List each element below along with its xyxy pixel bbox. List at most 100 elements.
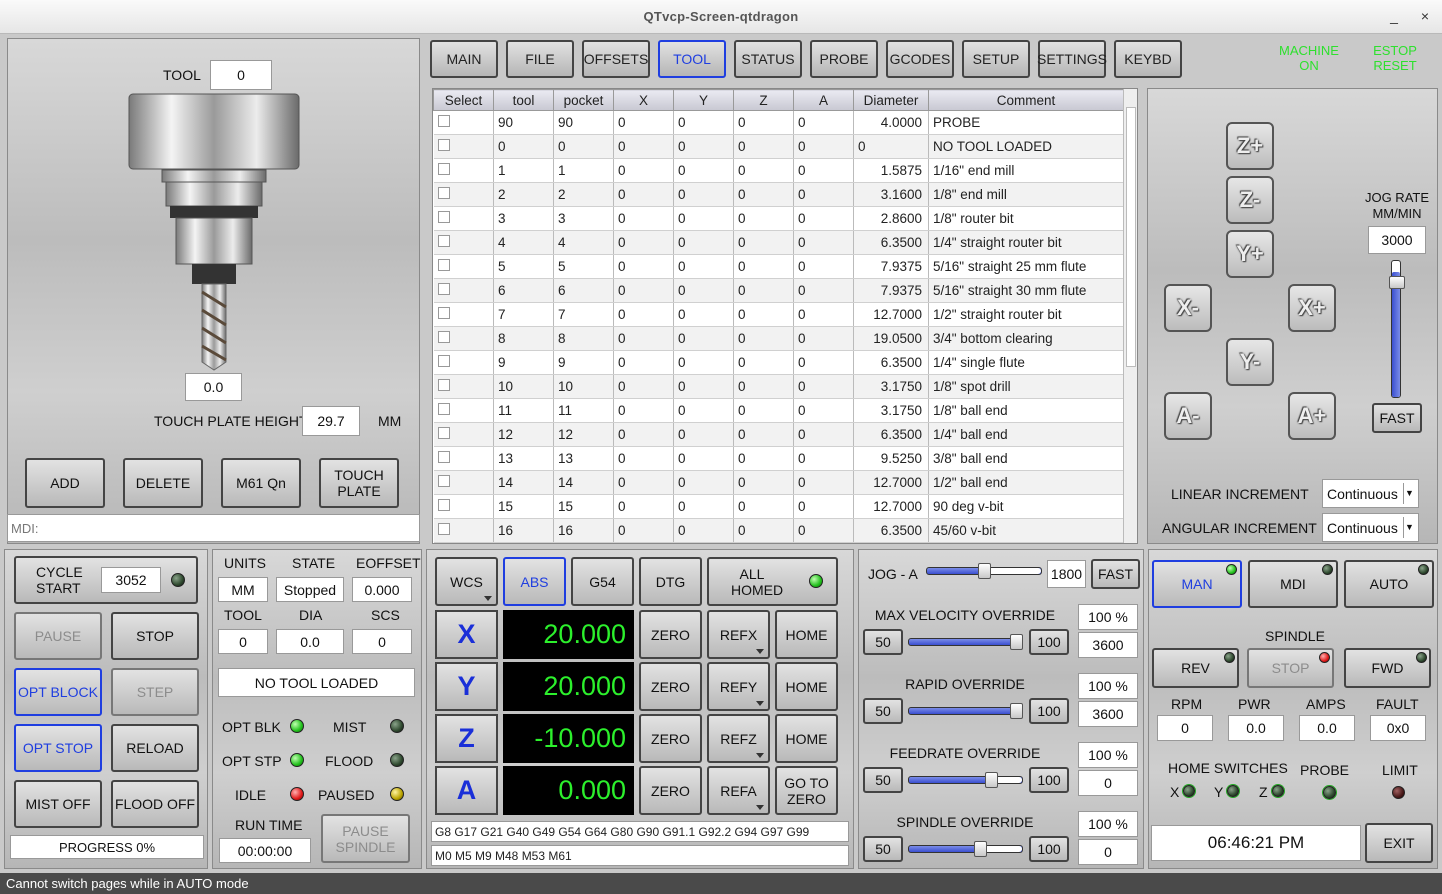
jog-x-minus-button[interactable]: X- [1164, 284, 1212, 332]
table-cell-tool[interactable]: 13 [493, 446, 554, 471]
table-cell-x[interactable]: 0 [613, 254, 674, 279]
column-header-y[interactable]: Y [673, 89, 734, 111]
table-row[interactable]: 6 6 0 0 0 0 7.9375 5/16" straight 30 mm flute [433, 278, 1124, 303]
tab-settings[interactable]: SETTINGS [1037, 40, 1107, 78]
jog-a-fast-button[interactable]: FAST [1091, 559, 1140, 589]
table-cell-x[interactable]: 0 [613, 350, 674, 375]
override-1-slider-handle[interactable] [1010, 703, 1023, 719]
table-cell-comment[interactable]: 5/16" straight 25 mm flute [928, 254, 1124, 279]
table-cell-diameter[interactable]: 6.3500 [853, 422, 929, 447]
table-cell-a[interactable]: 0 [793, 518, 854, 543]
select-checkbox[interactable] [433, 422, 494, 447]
table-cell-x[interactable]: 0 [613, 134, 674, 159]
table-cell-a[interactable]: 0 [793, 446, 854, 471]
select-checkbox[interactable] [433, 518, 494, 543]
override-0-slider[interactable] [908, 638, 1023, 646]
table-cell-y[interactable]: 0 [673, 230, 734, 255]
table-cell-tool[interactable]: 1 [493, 158, 554, 183]
table-cell-diameter[interactable]: 7.9375 [853, 278, 929, 303]
table-cell-x[interactable]: 0 [613, 398, 674, 423]
table-cell-y[interactable]: 0 [673, 398, 734, 423]
axis-label-z[interactable]: Z [435, 714, 498, 763]
table-cell-z[interactable]: 0 [733, 110, 794, 135]
tab-offsets[interactable]: OFFSETS [582, 40, 650, 78]
table-cell-a[interactable]: 0 [793, 182, 854, 207]
table-cell-x[interactable]: 0 [613, 158, 674, 183]
table-cell-y[interactable]: 0 [673, 446, 734, 471]
table-cell-z[interactable]: 0 [733, 398, 794, 423]
override-3-max-button[interactable]: 100 [1029, 836, 1069, 862]
table-cell-comment[interactable]: 1/8" end mill [928, 182, 1124, 207]
touch-plate-button[interactable]: TOUCH PLATE [319, 458, 399, 508]
table-cell-diameter[interactable]: 12.7000 [853, 302, 929, 327]
tab-status[interactable]: STATUS [734, 40, 802, 78]
jog-rate-field[interactable]: 3000 [1368, 226, 1426, 254]
table-cell-z[interactable]: 0 [733, 326, 794, 351]
table-cell-tool[interactable]: 2 [493, 182, 554, 207]
table-cell-z[interactable]: 0 [733, 206, 794, 231]
tab-keybd[interactable]: KEYBD [1114, 40, 1182, 78]
table-cell-x[interactable]: 0 [613, 206, 674, 231]
table-cell-a[interactable]: 0 [793, 302, 854, 327]
override-1-max-button[interactable]: 100 [1029, 698, 1069, 724]
table-cell-z[interactable]: 0 [733, 158, 794, 183]
table-cell-pocket[interactable]: 16 [553, 518, 614, 543]
table-cell-a[interactable]: 0 [793, 422, 854, 447]
table-cell-comment[interactable]: 3/4" bottom clearing [928, 326, 1124, 351]
zero-y-button[interactable]: ZERO [639, 662, 702, 711]
table-cell-comment[interactable]: 1/4" straight router bit [928, 230, 1124, 255]
table-cell-comment[interactable]: 1/8" ball end [928, 398, 1124, 423]
mist-off-button[interactable]: MIST OFF [14, 780, 102, 828]
go-to-zero-a-button[interactable]: GO TO ZERO [775, 766, 838, 815]
ref-y-button[interactable]: REFY [707, 662, 770, 711]
table-cell-y[interactable]: 0 [673, 278, 734, 303]
touch-plate-height-field[interactable]: 29.7 [302, 406, 360, 436]
table-cell-z[interactable]: 0 [733, 518, 794, 543]
jog-a-plus-button[interactable]: A+ [1288, 392, 1336, 440]
select-checkbox[interactable] [433, 110, 494, 135]
table-cell-x[interactable]: 0 [613, 326, 674, 351]
table-row[interactable]: 13 13 0 0 0 0 9.5250 3/8" ball end [433, 446, 1124, 471]
tool-number-field[interactable]: 0 [210, 60, 272, 90]
table-row[interactable]: 3 3 0 0 0 0 2.8600 1/8" router bit [433, 206, 1124, 231]
select-checkbox[interactable] [433, 326, 494, 351]
zero-x-button[interactable]: ZERO [639, 610, 702, 659]
jog-a-slider-handle[interactable] [977, 563, 991, 579]
table-cell-z[interactable]: 0 [733, 254, 794, 279]
table-cell-tool[interactable]: 14 [493, 470, 554, 495]
table-cell-tool[interactable]: 12 [493, 422, 554, 447]
jog-rate-slider-handle[interactable] [1389, 276, 1405, 289]
override-1-slider[interactable] [908, 707, 1023, 715]
table-cell-x[interactable]: 0 [613, 110, 674, 135]
table-cell-z[interactable]: 0 [733, 350, 794, 375]
table-cell-pocket[interactable]: 3 [553, 206, 614, 231]
table-row[interactable]: 10 10 0 0 0 0 3.1750 1/8" spot drill [433, 374, 1124, 399]
table-cell-a[interactable]: 0 [793, 326, 854, 351]
table-cell-tool[interactable]: 5 [493, 254, 554, 279]
table-cell-diameter[interactable]: 7.9375 [853, 254, 929, 279]
table-cell-diameter[interactable]: 12.7000 [853, 494, 929, 519]
table-cell-z[interactable]: 0 [733, 422, 794, 447]
table-cell-pocket[interactable]: 90 [553, 110, 614, 135]
jog-y-plus-button[interactable]: Y+ [1226, 230, 1274, 278]
select-checkbox[interactable] [433, 446, 494, 471]
jog-x-plus-button[interactable]: X+ [1288, 284, 1336, 332]
table-cell-diameter[interactable]: 3.1750 [853, 398, 929, 423]
table-cell-comment[interactable]: PROBE [928, 110, 1124, 135]
ref-z-button[interactable]: REFZ [707, 714, 770, 763]
table-cell-x[interactable]: 0 [613, 422, 674, 447]
table-cell-x[interactable]: 0 [613, 182, 674, 207]
table-cell-a[interactable]: 0 [793, 134, 854, 159]
tab-file[interactable]: FILE [506, 40, 574, 78]
table-cell-x[interactable]: 0 [613, 494, 674, 519]
step-button[interactable]: STEP [111, 668, 199, 716]
table-row[interactable]: 15 15 0 0 0 0 12.7000 90 deg v-bit [433, 494, 1124, 519]
table-cell-y[interactable]: 0 [673, 110, 734, 135]
table-cell-pocket[interactable]: 9 [553, 350, 614, 375]
table-cell-tool[interactable]: 15 [493, 494, 554, 519]
table-cell-diameter[interactable]: 12.7000 [853, 470, 929, 495]
jog-y-minus-button[interactable]: Y- [1226, 338, 1274, 386]
angular-increment-select[interactable]: Continuous ▼ [1322, 513, 1419, 542]
table-cell-diameter[interactable]: 6.3500 [853, 230, 929, 255]
column-header-z[interactable]: Z [733, 89, 794, 111]
